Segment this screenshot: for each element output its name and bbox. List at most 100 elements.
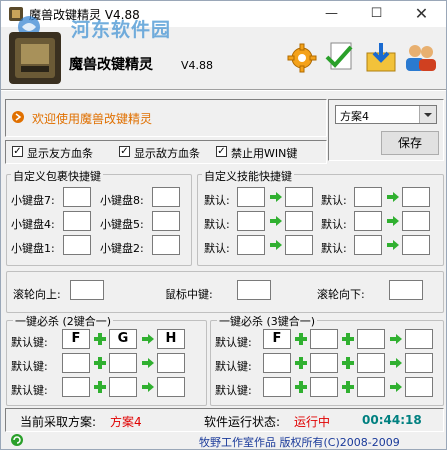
arrow-bullet-icon: [12, 111, 24, 123]
maximize-button[interactable]: ☐: [354, 1, 399, 27]
combo2-combo-key-input[interactable]: [109, 353, 137, 373]
checkbox-show-enemy-hp[interactable]: ✓: [119, 146, 130, 157]
banner-divider: [1, 89, 446, 91]
plus-icon: [295, 357, 307, 369]
plus-icon: [295, 333, 307, 345]
arrow-right-icon: [270, 240, 282, 250]
numpad7-key-input[interactable]: [63, 187, 91, 207]
combo3-combo1-key-input[interactable]: [310, 377, 338, 397]
combo2-combo-key-input[interactable]: [109, 377, 137, 397]
save-button[interactable]: 保存: [381, 131, 439, 155]
scheme-select[interactable]: 方案4: [335, 105, 437, 124]
skill-source-key-input[interactable]: [237, 211, 265, 231]
arrow-right-icon: [387, 240, 399, 250]
minimize-button[interactable]: —: [309, 1, 354, 27]
combo3-target-key-input[interactable]: [405, 329, 433, 349]
app-name: 魔兽改键精灵: [69, 57, 153, 73]
slot-label: 小键盘8:: [100, 194, 144, 207]
numpad1-key-input[interactable]: [63, 235, 91, 255]
skill-target-key-input[interactable]: [402, 235, 430, 255]
plus-icon: [94, 333, 106, 345]
combo2-group-title: 一键必杀 (2键合一): [13, 313, 114, 329]
plus-icon: [94, 357, 106, 369]
combo3-combo2-key-input[interactable]: [357, 353, 385, 373]
watermark-text: 河东软件园: [71, 19, 172, 41]
footer-credit: 牧野工作室作品 版权所有(C)2008-2009: [199, 436, 400, 449]
arrow-right-icon: [142, 358, 154, 368]
skill-group-title: 自定义技能快捷键: [202, 168, 294, 184]
download-folder-icon[interactable]: [365, 41, 397, 73]
skill-default-label: 默认:: [321, 194, 347, 207]
options-panel: ✓ 显示友方血条 ✓ 显示敌方血条 ✓ 禁止用WIN键: [5, 140, 327, 164]
arrow-right-icon: [387, 216, 399, 226]
slot-label: 小键盘4:: [11, 218, 55, 231]
numpad8-key-input[interactable]: [152, 187, 180, 207]
skill-target-key-input[interactable]: [285, 235, 313, 255]
combo-default-key-label: 默认键:: [215, 336, 252, 349]
combo3-target-key-input[interactable]: [405, 377, 433, 397]
chevron-down-icon[interactable]: [419, 106, 436, 123]
combo3-combo2-key-input[interactable]: [357, 377, 385, 397]
close-button[interactable]: ✕: [399, 1, 444, 27]
plus-icon: [342, 381, 354, 393]
wheel-down-label: 滚轮向下:: [317, 288, 365, 301]
checkbox-label: 禁止用WIN键: [231, 147, 298, 160]
run-state-label: 软件运行状态:: [204, 415, 281, 429]
checkbox-disable-win-key[interactable]: ✓: [216, 146, 227, 157]
skill-target-key-input[interactable]: [402, 187, 430, 207]
combo3-target-key-input[interactable]: [405, 353, 433, 373]
skill-target-key-input[interactable]: [285, 211, 313, 231]
checkbox-show-friendly-hp[interactable]: ✓: [12, 146, 23, 157]
combo3-key-input[interactable]: F: [263, 329, 291, 349]
app-version: V4.88: [181, 59, 214, 72]
skill-default-label: 默认:: [204, 194, 230, 207]
skill-source-key-input[interactable]: [354, 235, 382, 255]
inventory-group-title: 自定义包裹快捷键: [11, 168, 103, 184]
skill-target-key-input[interactable]: [285, 187, 313, 207]
current-scheme-value: 方案4: [110, 415, 142, 429]
arrow-right-icon: [142, 334, 154, 344]
skill-target-key-input[interactable]: [402, 211, 430, 231]
wheel-up-input[interactable]: [70, 280, 104, 300]
combo3-combo1-key-input[interactable]: [310, 353, 338, 373]
combo-default-key-label: 默认键:: [215, 360, 252, 373]
numpad4-key-input[interactable]: [63, 211, 91, 231]
combo3-key-input[interactable]: [263, 353, 291, 373]
welcome-panel: 欢迎使用魔兽改键精灵: [5, 99, 327, 137]
users-icon[interactable]: [403, 41, 437, 73]
welcome-text: 欢迎使用魔兽改键精灵: [32, 112, 153, 126]
app-window: 魔兽改键精灵 V4.88 — ☐ ✕ 河东软件园 魔兽改键精灵 V4.88 欢迎…: [0, 0, 447, 450]
gear-icon[interactable]: [287, 43, 317, 73]
combo2-target-key-input[interactable]: [157, 377, 185, 397]
app-logo: [9, 32, 61, 84]
skill-source-key-input[interactable]: [354, 187, 382, 207]
combo3-key-input[interactable]: [263, 377, 291, 397]
skill-source-key-input[interactable]: [237, 187, 265, 207]
skill-default-label: 默认:: [204, 242, 230, 255]
skill-default-label: 默认:: [321, 218, 347, 231]
combo2-key-input[interactable]: F: [62, 329, 90, 349]
skill-source-key-input[interactable]: [354, 211, 382, 231]
middle-click-input[interactable]: [237, 280, 271, 300]
slot-label: 小键盘1:: [11, 242, 55, 255]
combo2-target-key-input[interactable]: H: [157, 329, 185, 349]
arrow-right-icon: [270, 192, 282, 202]
checkmark-document-icon[interactable]: [325, 41, 355, 73]
wheel-down-input[interactable]: [389, 280, 423, 300]
scheme-selected-value: 方案4: [340, 110, 369, 123]
elapsed-time: 00:44:18: [362, 413, 422, 427]
combo2-target-key-input[interactable]: [157, 353, 185, 373]
combo3-combo2-key-input[interactable]: [357, 329, 385, 349]
combo2-combo-key-input[interactable]: G: [109, 329, 137, 349]
numpad2-key-input[interactable]: [152, 235, 180, 255]
combo2-key-input[interactable]: [62, 353, 90, 373]
combo3-group-title: 一键必杀 (3键合一): [217, 313, 318, 329]
numpad5-key-input[interactable]: [152, 211, 180, 231]
skill-source-key-input[interactable]: [237, 235, 265, 255]
combo-default-key-label: 默认键:: [11, 336, 48, 349]
combo2-key-input[interactable]: [62, 377, 90, 397]
scheme-panel: 方案4 保存: [328, 99, 444, 161]
combo3-combo1-key-input[interactable]: [310, 329, 338, 349]
wheel-up-label: 滚轮向上:: [13, 288, 61, 301]
refresh-icon[interactable]: [10, 433, 24, 447]
